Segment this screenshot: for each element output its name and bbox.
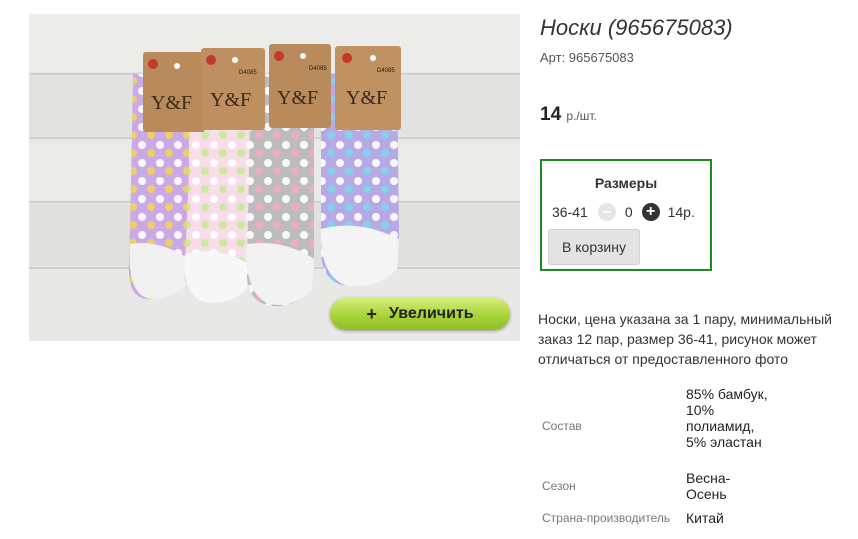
size-price: 14р. (667, 204, 695, 220)
label-code-4: D4085 (377, 68, 395, 74)
label-brand-3: Y&F (277, 87, 318, 109)
spec-label-season: Сезон (542, 479, 576, 493)
size-row: 36-41 – 0 + 14р. (552, 203, 695, 221)
spec-value-country: Китай (686, 510, 724, 526)
minus-circle-icon[interactable]: – (597, 203, 616, 221)
price-value: 14 (540, 104, 562, 125)
spec-label-composition: Состав (542, 419, 582, 433)
sizes-panel: Размеры 36-41 – 0 + 14р. В корзину (540, 159, 712, 271)
plus-circle-icon[interactable]: + (641, 203, 660, 221)
product-title: Носки (965675083) (540, 15, 733, 40)
quantity-value[interactable]: 0 (625, 204, 633, 220)
size-label: 36-41 (552, 204, 588, 220)
price: 14 р./шт. (540, 104, 597, 126)
label-code-3: D4085 (309, 66, 327, 72)
socks-image: Y&F Y&F Y&F Y&F D4085 D4085 D4085 (29, 14, 520, 341)
zoom-button[interactable]: + Увеличить (330, 298, 510, 330)
sizes-title: Размеры (594, 175, 658, 191)
product-description: Носки, цена указана за 1 пару, минимальн… (538, 311, 832, 367)
price-unit: р./шт. (566, 109, 597, 123)
label-brand-1: Y&F (151, 92, 192, 114)
label-brand-4: Y&F (346, 87, 387, 109)
spec-value-composition: 85% бамбук, 10% полиамид, 5% эластан (686, 386, 768, 450)
product-photo[interactable]: Y&F Y&F Y&F Y&F D4085 D4085 D4085 + Увел… (29, 14, 520, 341)
article-number: Арт: 965675083 (540, 50, 634, 65)
zoom-button-label: Увеличить (388, 305, 474, 322)
spec-value-season: Весна-Осень (686, 470, 731, 502)
zoom-plus-icon: + (366, 303, 377, 324)
label-brand-2: Y&F (210, 89, 251, 111)
label-code-2: D4085 (239, 70, 257, 76)
spec-label-country: Страна-производитель (542, 511, 671, 525)
add-to-cart-button[interactable]: В корзину (548, 229, 640, 265)
